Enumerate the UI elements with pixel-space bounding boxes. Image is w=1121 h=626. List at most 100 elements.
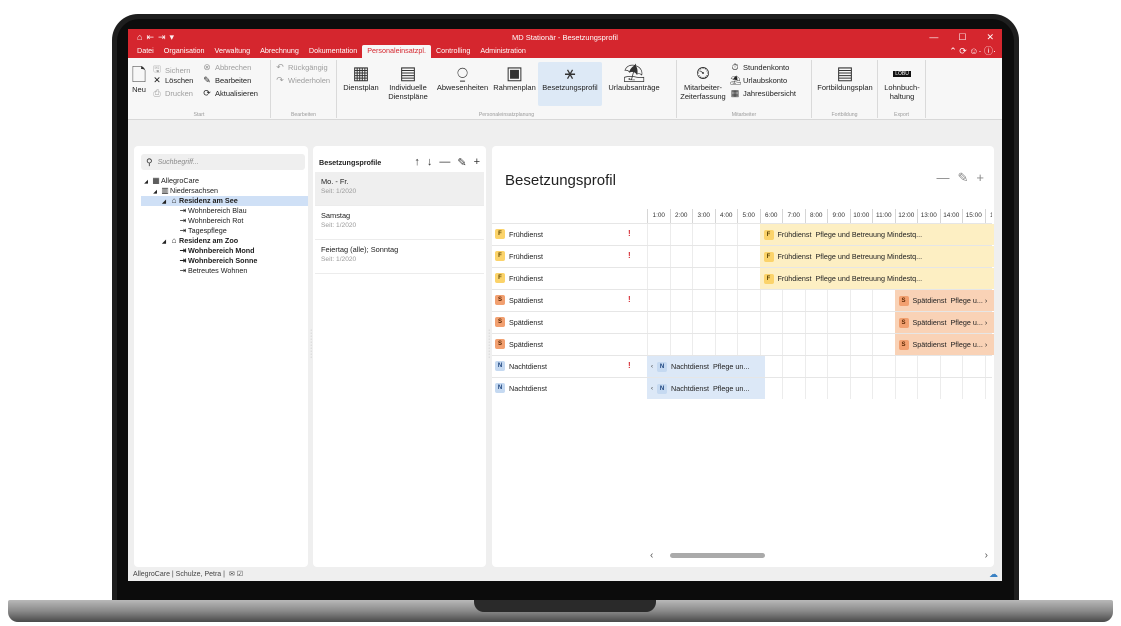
- hour-cell[interactable]: [804, 290, 828, 311]
- mail-task-icons[interactable]: ✉ ☑: [229, 570, 243, 578]
- zeiterfassung-button[interactable]: ⏲ Mitarbeiter- Zeiterfassung: [679, 62, 727, 101]
- tree-node[interactable]: ⇥ Wohnbereich Sonne: [141, 256, 308, 266]
- hour-cell[interactable]: [872, 334, 895, 355]
- urlaubskonto-button[interactable]: ⛱ Urlaubskonto: [730, 75, 787, 86]
- new-button[interactable]: 🗋 Neu: [130, 64, 148, 95]
- hour-cell[interactable]: [872, 356, 895, 377]
- hour-cell[interactable]: [714, 246, 738, 267]
- hour-cell[interactable]: [669, 246, 693, 267]
- hour-cell[interactable]: [849, 334, 873, 355]
- edit-icon[interactable]: ✎: [958, 170, 969, 186]
- hour-cell[interactable]: [692, 290, 715, 311]
- tree-node[interactable]: ◢ ⌂ Residenz am See: [141, 196, 308, 206]
- hour-cell[interactable]: [939, 378, 963, 399]
- fortbildungsplan-button[interactable]: ▤ Fortbildungsplan: [814, 62, 876, 93]
- hour-cell[interactable]: [962, 356, 985, 377]
- jahresuebersicht-button[interactable]: ▦ Jahresübersicht: [730, 88, 796, 99]
- hour-cell[interactable]: [804, 378, 828, 399]
- shift-row[interactable]: F Frühdienst! F Frühdienst Pflege und Betreu…: [492, 223, 994, 245]
- shift-bar[interactable]: S Spätdienst Pflege u... ›: [894, 290, 994, 311]
- menu-dokumentation[interactable]: Dokumentation: [304, 45, 362, 58]
- hour-cell[interactable]: [759, 312, 783, 333]
- tree-node[interactable]: ⇥ Wohnbereich Mond: [141, 246, 308, 256]
- shift-bar[interactable]: S Spätdienst Pflege u... ›: [894, 334, 994, 355]
- abwesenheiten-button[interactable]: ⍜ Abwesenheiten: [435, 62, 490, 93]
- rahmenplan-button[interactable]: ▣ Rahmenplan: [492, 62, 537, 93]
- hour-cell[interactable]: [984, 378, 995, 399]
- menu-administration[interactable]: Administration: [475, 45, 531, 58]
- tree-node[interactable]: ◢ ▥Niedersachsen: [141, 186, 308, 196]
- hour-cell[interactable]: [669, 290, 693, 311]
- hour-cell[interactable]: [917, 378, 940, 399]
- hour-cell[interactable]: [692, 334, 715, 355]
- hour-cell[interactable]: [692, 224, 715, 245]
- hour-cell[interactable]: [804, 334, 828, 355]
- hour-cell[interactable]: [782, 334, 805, 355]
- hour-cell[interactable]: [782, 356, 805, 377]
- hour-cell[interactable]: [714, 290, 738, 311]
- tree-node[interactable]: ◢ ⌂ Residenz am Zoo: [141, 236, 308, 246]
- add-icon[interactable]: +: [474, 156, 480, 169]
- menu-right-icons[interactable]: ⌃ ⟳ ☺· ⓘ·: [949, 45, 996, 58]
- remove-icon[interactable]: —: [439, 156, 450, 169]
- shift-row[interactable]: N Nachtdienst! ‹ N Nachtdienst Pflege un...: [492, 355, 992, 377]
- hour-cell[interactable]: [647, 268, 670, 289]
- hour-cell[interactable]: [984, 356, 995, 377]
- hour-cell[interactable]: [759, 290, 783, 311]
- hour-cell[interactable]: [827, 290, 850, 311]
- hour-cell[interactable]: [849, 312, 873, 333]
- hour-cell[interactable]: [917, 356, 940, 377]
- hour-cell[interactable]: [669, 268, 693, 289]
- hour-cell[interactable]: [737, 334, 760, 355]
- hour-cell[interactable]: [872, 312, 895, 333]
- hour-cell[interactable]: [849, 290, 873, 311]
- hour-cell[interactable]: [962, 378, 985, 399]
- hour-cell[interactable]: [827, 356, 850, 377]
- menu-abrechnung[interactable]: Abrechnung: [255, 45, 304, 58]
- menu-controlling[interactable]: Controlling: [431, 45, 475, 58]
- shift-bar[interactable]: F Frühdienst Pflege und Betreuung Mindestq…: [759, 268, 994, 289]
- tree-node[interactable]: ⇥ Wohnbereich Rot: [141, 216, 308, 226]
- hour-cell[interactable]: [737, 312, 760, 333]
- hour-cell[interactable]: [714, 224, 738, 245]
- menu-verwaltung[interactable]: Verwaltung: [210, 45, 256, 58]
- hour-cell[interactable]: [647, 312, 670, 333]
- hour-cell[interactable]: [894, 356, 918, 377]
- refresh-button[interactable]: ⟳ Aktualisieren: [202, 88, 258, 99]
- tree-node[interactable]: ⇥ Wohnbereich Blau: [141, 206, 308, 216]
- hour-cell[interactable]: [714, 268, 738, 289]
- remove-icon[interactable]: —: [937, 170, 950, 186]
- horizontal-scrollbar[interactable]: ‹ ›: [650, 550, 988, 561]
- hour-cell[interactable]: [737, 246, 760, 267]
- hour-cell[interactable]: [737, 268, 760, 289]
- hour-cell[interactable]: [647, 290, 670, 311]
- minimize-icon[interactable]: —: [929, 29, 938, 45]
- shift-bar[interactable]: ‹ N Nachtdienst Pflege un...: [647, 356, 766, 377]
- hour-cell[interactable]: [872, 378, 895, 399]
- hour-cell[interactable]: [669, 312, 693, 333]
- shift-bar[interactable]: ‹ N Nachtdienst Pflege un...: [647, 378, 766, 399]
- menu-personaleinsatzplanung[interactable]: Personaleinsatzpl.: [362, 45, 431, 58]
- hour-cell[interactable]: [692, 268, 715, 289]
- hour-cell[interactable]: [782, 312, 805, 333]
- hour-cell[interactable]: [737, 224, 760, 245]
- shift-row[interactable]: F Frühdienst! F Frühdienst Pflege und Betreu…: [492, 245, 994, 267]
- close-icon[interactable]: ✕: [986, 29, 994, 45]
- hour-cell[interactable]: [782, 378, 805, 399]
- undo-button[interactable]: ↶ Rückgängig: [275, 62, 327, 73]
- hour-cell[interactable]: [759, 334, 783, 355]
- tree-node[interactable]: ⇥ Betreutes Wohnen: [141, 266, 308, 276]
- profile-item[interactable]: Mo. - Fr. Seit: 1/2020: [315, 172, 484, 206]
- besetzungsprofil-button[interactable]: ⚹ Besetzungsprofil: [538, 62, 602, 106]
- scroll-right-icon[interactable]: ›: [985, 550, 988, 561]
- hour-cell[interactable]: [669, 334, 693, 355]
- tree-node[interactable]: ⇥ Tagespflege: [141, 226, 308, 236]
- profile-item[interactable]: Feiertag (alle); Sonntag Seit: 1/2020: [315, 240, 484, 274]
- hour-cell[interactable]: [939, 356, 963, 377]
- shift-bar[interactable]: F Frühdienst Pflege und Betreuung Mindestq…: [759, 224, 994, 245]
- hour-cell[interactable]: [647, 224, 670, 245]
- hour-cell[interactable]: [647, 246, 670, 267]
- individuelle-dienstplaene-button[interactable]: ▤ Individuelle Dienstpläne: [384, 62, 432, 101]
- shift-row[interactable]: S Spätdienst S Spätdienst Pflege u... ›: [492, 311, 994, 333]
- cloud-icon[interactable]: ☁: [989, 567, 998, 581]
